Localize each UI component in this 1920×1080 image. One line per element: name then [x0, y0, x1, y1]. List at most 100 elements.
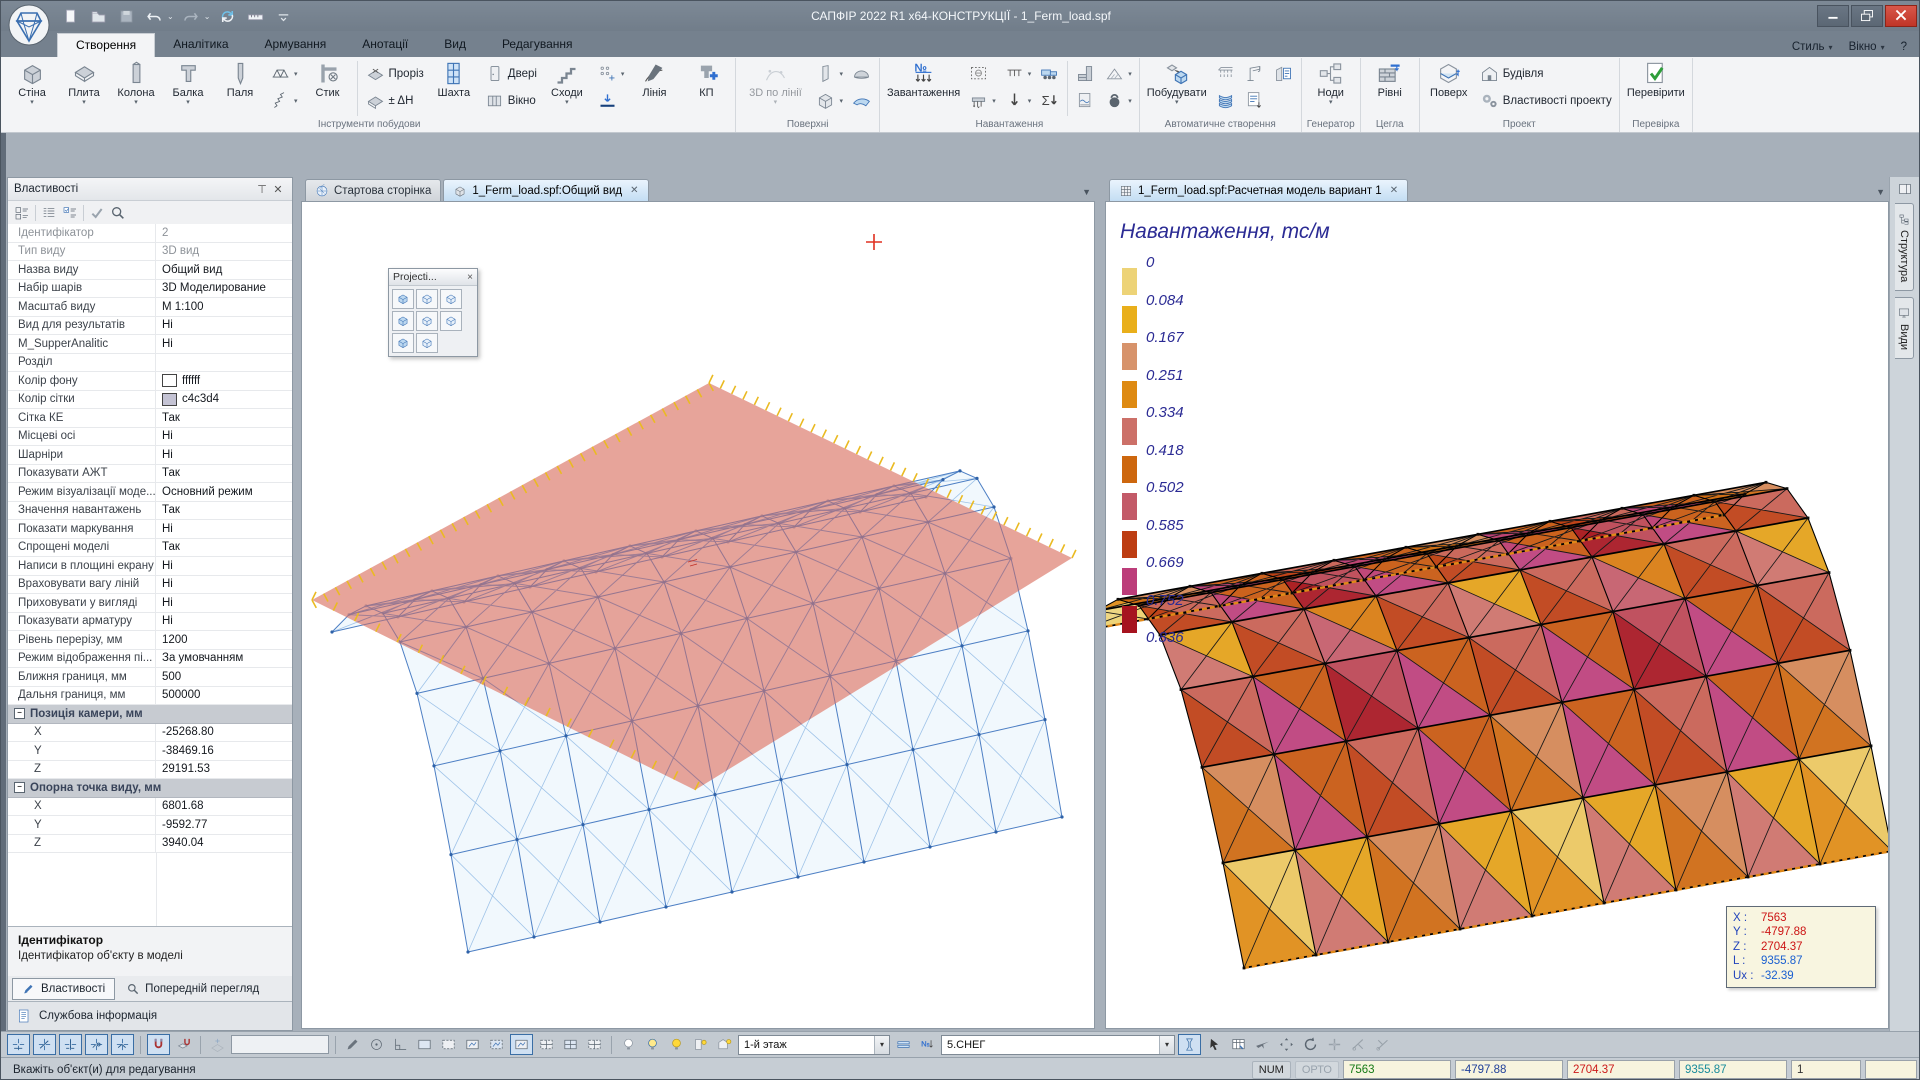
projection-view-button-8[interactable] — [416, 333, 438, 353]
tab-list-dropdown-icon[interactable]: ▼ — [1876, 187, 1885, 197]
ribbon-button-slab[interactable]: Плита▾ — [58, 59, 110, 106]
property-value[interactable]: Ні — [156, 578, 292, 590]
qat-measure-button[interactable] — [244, 5, 266, 27]
frame-d-button[interactable] — [486, 1035, 507, 1054]
ribbon-button-brick-levels[interactable]: Рівні — [1364, 59, 1416, 99]
property-value[interactable]: 500000 — [156, 689, 292, 701]
bulb-off-button[interactable] — [618, 1035, 639, 1054]
right-angle-button[interactable] — [390, 1035, 411, 1054]
ribbon-button-load-group[interactable]: ▾ — [965, 87, 999, 114]
property-value[interactable]: Так — [156, 467, 292, 479]
property-value[interactable]: Ні — [156, 597, 292, 609]
ribbon-tab-5[interactable]: Вид — [426, 33, 484, 57]
ribbon-button-load-line[interactable]: ▾ — [1001, 60, 1035, 87]
ribbon-tab-3[interactable]: Армування — [247, 33, 345, 57]
projection-view-button-5[interactable] — [416, 311, 438, 331]
ribbon-button-slab-delta[interactable]: ± ΔН — [362, 87, 427, 114]
snap-value-input[interactable] — [231, 1035, 329, 1054]
ribbon-button-nodes[interactable]: Ноди▾ — [1305, 59, 1357, 106]
num-lock-indicator[interactable]: NUM — [1252, 1061, 1291, 1079]
projection-view-button-2[interactable] — [416, 289, 438, 309]
snap-nearest-button[interactable] — [33, 1034, 56, 1055]
frame-b-button[interactable] — [438, 1035, 459, 1054]
ribbon-button-door[interactable]: Двері — [481, 60, 540, 87]
property-value[interactable]: 3D вид — [156, 245, 292, 257]
ribbon-button-report-doc[interactable] — [1241, 87, 1268, 114]
magnet-screen-button[interactable] — [147, 1034, 170, 1055]
load-case-number-button[interactable]: № — [917, 1035, 938, 1054]
projection-view-button-3[interactable] — [440, 289, 462, 309]
side-tab-2[interactable]: Види — [1895, 297, 1914, 359]
collapse-icon[interactable]: − — [14, 782, 25, 793]
properties-list-view-button[interactable] — [41, 205, 57, 221]
property-value[interactable]: -9592.77 — [156, 819, 292, 831]
ribbon-button-load-area[interactable] — [965, 60, 999, 87]
chevron-down-icon[interactable]: ▾ — [1159, 1036, 1174, 1054]
property-value[interactable]: ffffff — [156, 374, 292, 387]
menu-right-3[interactable]: ? — [1901, 41, 1907, 53]
ribbon-button-crane[interactable] — [1241, 60, 1268, 87]
ribbon-button-storey[interactable]: Поверх — [1423, 59, 1475, 99]
property-value[interactable]: c4c3d4 — [156, 393, 292, 406]
app-logo-icon[interactable] — [7, 3, 51, 47]
property-value[interactable]: Так — [156, 412, 292, 424]
ribbon-button-cut[interactable]: Проріз — [362, 60, 427, 87]
load-case-select[interactable]: 5.СНЕГ▾ — [941, 1035, 1175, 1055]
qat-save-button[interactable] — [115, 5, 137, 27]
fly-camera-button[interactable] — [1252, 1035, 1273, 1054]
ribbon-button-stairs[interactable]: Сходи▾ — [541, 59, 593, 106]
ribbon-button-pile[interactable]: Паля — [214, 59, 266, 99]
ribbon-button-truss[interactable]: ▾ — [267, 60, 301, 87]
property-value[interactable]: Ні — [156, 338, 292, 350]
ribbon-tab-1[interactable]: Створення — [57, 33, 155, 57]
layers-button[interactable] — [893, 1035, 914, 1054]
ribbon-button-shaft[interactable]: Шахта — [428, 59, 480, 99]
projection-view-button-4[interactable] — [392, 311, 414, 331]
frame-f-button[interactable] — [536, 1035, 557, 1054]
menu-right-2[interactable]: Вікно▾ — [1849, 41, 1885, 53]
ribbon-button-soil-wave[interactable] — [1072, 87, 1099, 114]
property-value[interactable]: Ні — [156, 615, 292, 627]
right-view-canvas[interactable]: Навантаження, тс/м 00.0840.1670.2510.334… — [1105, 201, 1889, 1029]
document-tab-1[interactable]: Стартова сторінка — [305, 179, 441, 201]
property-value[interactable]: Ні — [156, 560, 292, 572]
document-tab-1[interactable]: 1_Ferm_load.spf:Расчетная модель вариант… — [1109, 179, 1408, 201]
ortho-indicator[interactable]: ОРТО — [1295, 1061, 1339, 1079]
ribbon-button-build-cube[interactable]: Побудувати▾ — [1143, 59, 1211, 106]
ribbon-button-curve3d[interactable]: 3D по лінії▾ — [739, 59, 811, 106]
ribbon-button-ramp[interactable] — [848, 87, 875, 114]
ribbon-button-gears[interactable]: Властивості проекту — [1476, 87, 1615, 114]
snap-node-button[interactable] — [85, 1034, 108, 1055]
property-value[interactable]: Общий вид — [156, 264, 292, 276]
pan-move-button[interactable] — [1276, 1035, 1297, 1054]
ribbon-button-building-spec[interactable] — [1270, 60, 1297, 87]
panel-toggle-button[interactable] — [1897, 181, 1913, 197]
property-value[interactable]: Ні — [156, 523, 292, 535]
side-tab-1[interactable]: Структура — [1895, 203, 1914, 291]
ribbon-button-slope[interactable]: ▾ — [1101, 60, 1135, 87]
ribbon-button-kettlebell[interactable]: ▾ — [1101, 87, 1135, 114]
ribbon-button-joint[interactable]: Стик — [302, 59, 354, 99]
orbit-rotate-button[interactable] — [1300, 1035, 1321, 1054]
pencil-button[interactable] — [342, 1035, 363, 1054]
ribbon-button-cube[interactable]: ▾ — [812, 87, 846, 114]
properties-apply-button[interactable] — [89, 205, 105, 221]
ribbon-button-points[interactable]: ▾ — [594, 60, 628, 87]
qat-undo-button[interactable] — [143, 5, 165, 27]
property-value[interactable]: 3940.04 — [156, 837, 292, 849]
snap-mid-button[interactable] — [111, 1034, 134, 1055]
minimize-button[interactable] — [1817, 5, 1849, 27]
ribbon-button-panel[interactable]: ▾ — [812, 60, 846, 87]
dropdown-arrow-icon[interactable]: ⌄ — [204, 12, 211, 21]
qat-toolbar-more-button[interactable] — [272, 5, 294, 27]
property-value[interactable]: 1200 — [156, 634, 292, 646]
menu-right-1[interactable]: Стиль▾ — [1792, 41, 1833, 53]
pin-icon[interactable]: ⊤ — [254, 181, 270, 197]
properties-tab-2[interactable]: Попередній перегляд — [117, 979, 268, 999]
ribbon-button-piles-field[interactable] — [1212, 60, 1239, 87]
qat-sync-button[interactable] — [216, 5, 238, 27]
left-view-canvas[interactable]: Projecti... × — [301, 201, 1095, 1029]
frame-a-button[interactable] — [414, 1035, 435, 1054]
ribbon-button-load-sum[interactable]: Σ — [1036, 87, 1063, 114]
property-value[interactable]: Так — [156, 504, 292, 516]
